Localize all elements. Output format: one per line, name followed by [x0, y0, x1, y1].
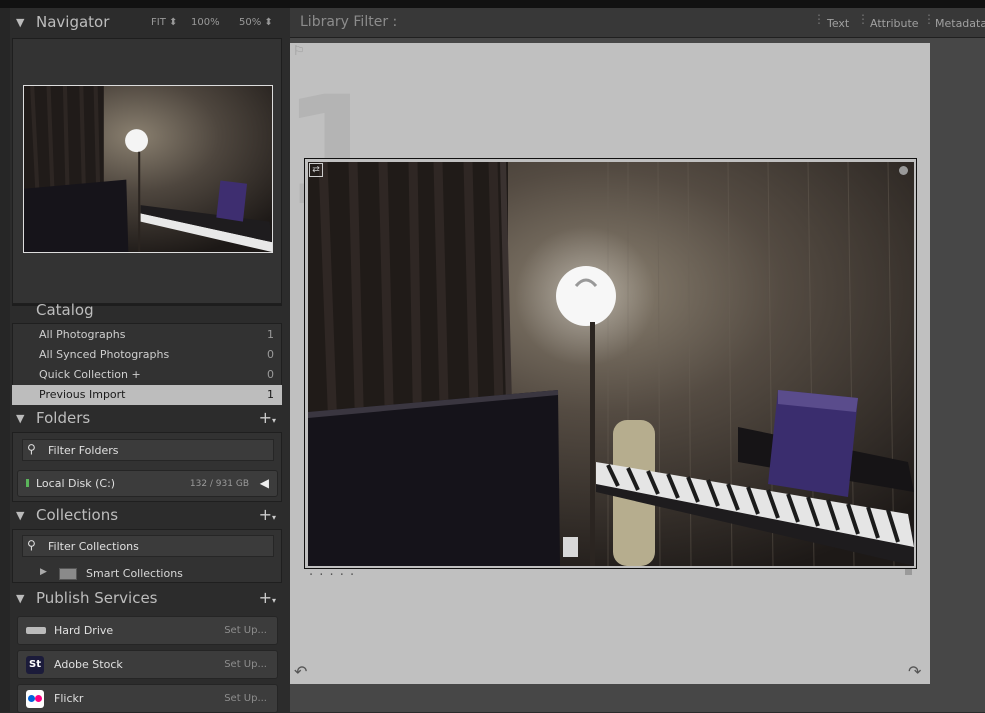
collections-title: Collections	[36, 506, 119, 524]
library-filter-title: Library Filter :	[300, 14, 398, 30]
resize-corner	[905, 568, 912, 575]
set-up-link[interactable]: Set Up...	[224, 693, 267, 704]
add-publish-service-icon[interactable]: +▾	[259, 588, 276, 607]
catalog-item-previous-import[interactable]: Previous Import 1	[12, 385, 282, 405]
folders-header[interactable]: ▼ Folders +▾	[12, 408, 282, 432]
smart-collections-row[interactable]: ▶ Smart Collections	[40, 566, 280, 582]
set-up-link[interactable]: Set Up...	[224, 625, 267, 636]
left-panel-edge	[0, 8, 10, 712]
collections-header[interactable]: ▼ Collections +▾	[12, 505, 282, 529]
filter-collections-input[interactable]: ⚲ Filter Collections	[22, 535, 274, 557]
add-collection-icon[interactable]: +▾	[259, 505, 276, 524]
expand-triangle-icon[interactable]: ▶	[40, 567, 47, 577]
zoom-100-option[interactable]: 100%	[191, 17, 220, 28]
zoom-50-option[interactable]: 50% ⬍	[239, 17, 273, 28]
zoom-fit-option[interactable]: FIT ⬍	[151, 17, 177, 28]
disk-indicator-icon	[26, 479, 29, 487]
navigator-title: Navigator	[36, 13, 110, 31]
divider-dots: ⋮	[857, 12, 869, 26]
search-icon: ⚲	[27, 538, 36, 552]
search-icon: ⚲	[27, 442, 36, 456]
rotate-left-icon[interactable]: ↶	[294, 662, 307, 681]
publish-hard-drive[interactable]: Hard Drive Set Up...	[17, 616, 278, 645]
sync-badge-icon[interactable]: ⇄	[309, 163, 323, 177]
quick-collection-dot[interactable]	[899, 166, 908, 175]
adobe-stock-icon: St	[26, 656, 44, 674]
divider-dots: ⋮	[923, 12, 935, 26]
expand-arrow-icon[interactable]: ◀	[260, 476, 269, 490]
divider-dots: ⋮	[813, 12, 825, 26]
flickr-icon	[26, 690, 44, 708]
catalog-item-quick-collection[interactable]: Quick Collection + 0	[12, 365, 282, 385]
filter-tab-text[interactable]: Text	[827, 17, 849, 30]
local-disk-row[interactable]: Local Disk (C:) 132 / 931 GB ◀	[17, 470, 278, 497]
collection-set-icon	[59, 568, 77, 580]
catalog-title: Catalog	[36, 301, 94, 319]
folders-title: Folders	[36, 409, 91, 427]
catalog-header[interactable]: Catalog	[12, 301, 282, 321]
flag-icon[interactable]: ⚐	[293, 44, 305, 59]
photo-image	[308, 162, 914, 566]
hard-drive-icon	[26, 627, 46, 634]
set-up-link[interactable]: Set Up...	[224, 659, 267, 670]
publish-services-title: Publish Services	[36, 589, 158, 607]
photo-preview[interactable]: ⇄	[308, 162, 914, 566]
filter-tab-metadata[interactable]: Metadata	[935, 17, 985, 30]
publish-adobe-stock[interactable]: St Adobe Stock Set Up...	[17, 650, 278, 679]
rotate-right-icon[interactable]: ↷	[908, 662, 921, 681]
navigator-header[interactable]: ▼ Navigator FIT ⬍ 100% 50% ⬍	[12, 12, 282, 36]
publish-flickr[interactable]: Flickr Set Up...	[17, 684, 278, 713]
catalog-item-all-photographs[interactable]: All Photographs 1	[12, 325, 282, 345]
publish-services-header[interactable]: ▼ Publish Services +▾	[12, 588, 282, 612]
navigator-preview-image	[24, 86, 272, 252]
library-filter-bar: Library Filter : ⋮ Text ⋮ Attribute ⋮ Me…	[290, 8, 985, 38]
top-strip	[0, 0, 985, 8]
collapse-triangle-icon[interactable]: ▼	[16, 16, 24, 29]
catalog-item-all-synced-photographs[interactable]: All Synced Photographs 0	[12, 345, 282, 365]
updown-arrows-icon: ⬍	[264, 17, 273, 28]
filter-folders-input[interactable]: ⚲ Filter Folders	[22, 439, 274, 461]
updown-arrows-icon: ⬍	[169, 17, 178, 28]
collapse-triangle-icon[interactable]: ▼	[16, 509, 24, 522]
collapse-triangle-icon[interactable]: ▼	[16, 412, 24, 425]
navigator-preview[interactable]	[23, 85, 273, 253]
add-folder-icon[interactable]: +▾	[259, 408, 276, 427]
filter-tab-attribute[interactable]: Attribute	[870, 17, 919, 30]
collapse-triangle-icon[interactable]: ▼	[16, 592, 24, 605]
